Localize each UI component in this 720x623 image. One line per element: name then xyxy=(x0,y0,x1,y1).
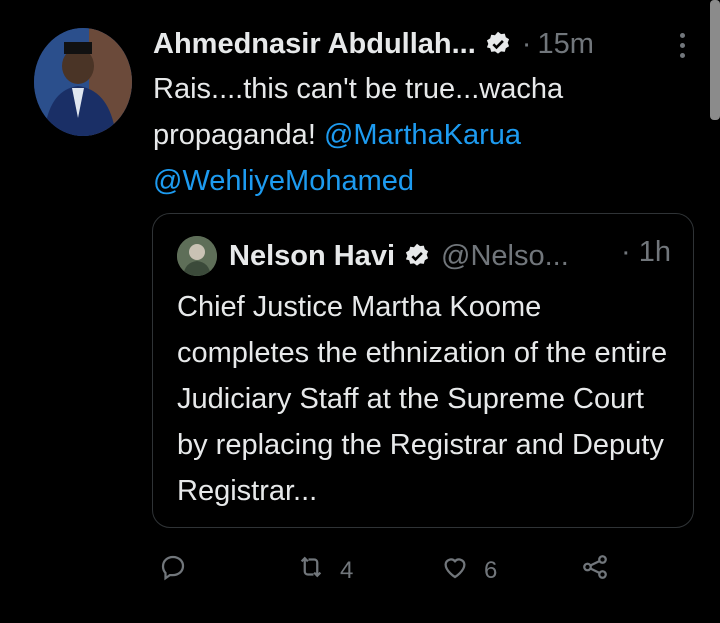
author-name[interactable]: Ahmednasir Abdullah... xyxy=(153,28,476,61)
scrollbar[interactable] xyxy=(710,0,720,120)
author-avatar[interactable] xyxy=(34,28,132,136)
reply-icon xyxy=(158,552,188,589)
quoted-tweet[interactable]: Nelson Havi @Nelso... · 1h Chief Justice… xyxy=(152,213,694,528)
quoted-author-name: Nelson Havi xyxy=(229,239,395,272)
quoted-author-avatar xyxy=(177,236,217,276)
quoted-text: Chief Justice Martha Koome completes the… xyxy=(177,291,668,507)
mention-link[interactable]: @WehliyeMohamed xyxy=(153,165,414,197)
retweet-icon xyxy=(296,552,326,589)
more-icon[interactable] xyxy=(672,30,692,60)
verified-badge-icon xyxy=(403,242,431,270)
retweet-count: 4 xyxy=(340,556,354,584)
like-icon xyxy=(440,552,470,589)
tweet-time[interactable]: 15m xyxy=(537,28,593,61)
tweet-text: Rais....this can't be true...wacha propa… xyxy=(153,66,693,204)
tweet-header: Ahmednasir Abdullah... · 15m xyxy=(153,24,713,64)
quoted-header: Nelson Havi @Nelso... xyxy=(177,236,569,276)
share-icon xyxy=(580,552,610,589)
verified-badge-icon xyxy=(484,30,512,58)
like-count: 6 xyxy=(484,556,498,584)
quoted-time: · 1h xyxy=(621,236,671,269)
like-button[interactable]: 6 xyxy=(440,552,497,589)
tweet-actions: 4 6 xyxy=(0,552,720,592)
separator-dot: · xyxy=(621,236,631,268)
retweet-button[interactable]: 4 xyxy=(296,552,353,589)
mention-link[interactable]: @MarthaKarua xyxy=(324,119,521,151)
separator-dot: · xyxy=(521,27,532,60)
share-button[interactable] xyxy=(580,552,610,589)
quoted-time-value: 1h xyxy=(638,236,671,268)
reply-button[interactable] xyxy=(158,552,188,589)
quoted-author-handle: @Nelso... xyxy=(441,239,569,272)
